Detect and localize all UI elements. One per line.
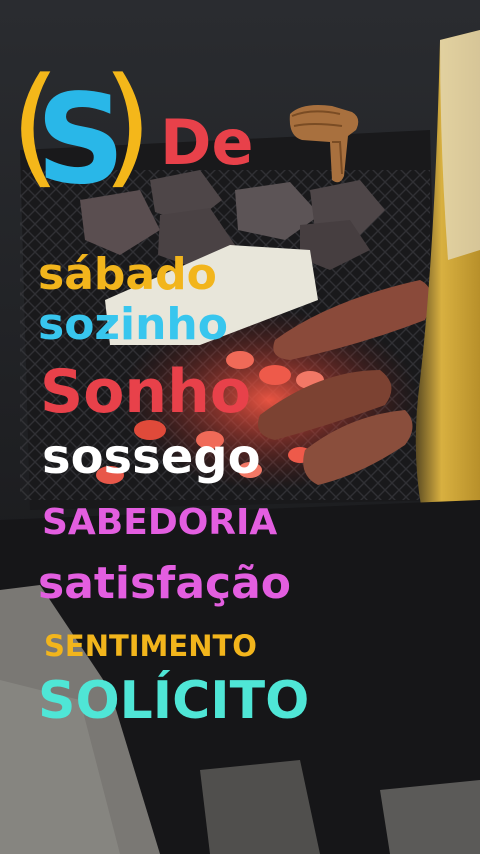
- caption-overlay: ( S ) De sábado sozinho Sonho sossego SA…: [0, 0, 480, 854]
- pointing-down-hand-icon: [289, 105, 359, 183]
- word-sozinho: sozinho: [38, 299, 228, 350]
- word-sonho: Sonho: [40, 357, 252, 427]
- heading-de: De: [160, 106, 254, 179]
- word-sabedoria: SABEDORIA: [42, 502, 278, 543]
- word-solicito: SOLÍCITO: [38, 671, 310, 731]
- word-sossego: sossego: [42, 429, 261, 485]
- word-satisfacao: satisfação: [38, 558, 292, 609]
- logo-paren-right: ): [102, 49, 153, 201]
- word-sabado: sábado: [38, 249, 217, 300]
- word-sentimento: SENTIMENTO: [44, 629, 257, 663]
